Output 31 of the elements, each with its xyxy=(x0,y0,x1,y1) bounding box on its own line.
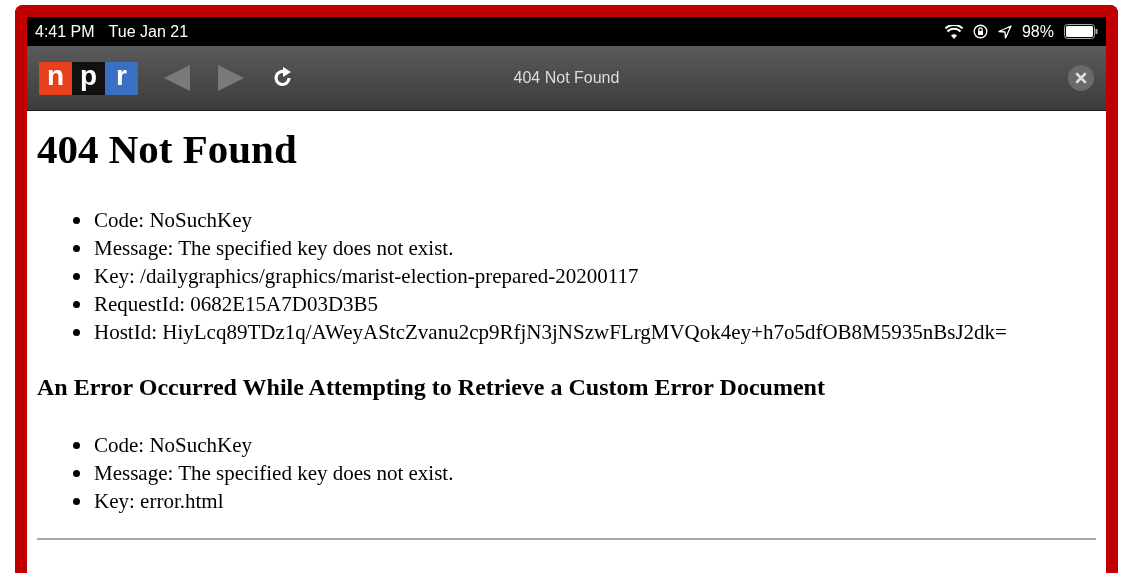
bullet-icon xyxy=(73,244,80,252)
battery-icon xyxy=(1064,24,1098,39)
wifi-icon xyxy=(944,24,963,39)
status-time: 4:41 PM xyxy=(35,22,95,41)
bullet-icon xyxy=(73,328,80,336)
list-item-text: Key: error.html xyxy=(94,488,224,514)
bullet-icon xyxy=(73,216,80,224)
bullet-icon xyxy=(73,497,80,505)
status-date: Tue Jan 21 xyxy=(108,22,189,41)
logo-letter: p xyxy=(72,61,105,95)
list-item-text: Key: /dailygraphics/graphics/marist-election-prepared-20200117 xyxy=(94,263,639,289)
list-item-text: HostId: HiyLcq89TDz1q/AWeyAStcZvanu2cp9RfjN3jNSzwFLrgMVQok4ey+h7o5dfOB8M5935nBsJ2dk= xyxy=(94,319,1007,345)
close-button[interactable] xyxy=(1068,65,1094,91)
page-heading: 404 Not Found xyxy=(37,125,298,173)
close-icon xyxy=(1075,72,1087,84)
battery-percent: 98% xyxy=(1021,22,1054,41)
bullet-icon xyxy=(73,272,80,280)
bullet-icon xyxy=(73,441,80,449)
list-item-text: Code: NoSuchKey xyxy=(94,207,253,233)
page-title: 404 Not Found xyxy=(513,69,620,86)
list-item-text: Message: The specified key does not exist. xyxy=(94,235,454,261)
rotation-lock-icon xyxy=(972,24,988,39)
section-heading: An Error Occurred While Attempting to Retrieve a Custom Error Document xyxy=(37,374,826,401)
bullet-icon xyxy=(73,300,80,308)
logo-letter: n xyxy=(39,61,72,95)
list-item-text: RequestId: 0682E15A7D03D3B5 xyxy=(94,291,379,317)
list-item-text: Code: NoSuchKey xyxy=(94,432,253,458)
location-arrow-icon xyxy=(997,24,1012,39)
logo-letter: r xyxy=(105,61,138,95)
bullet-icon xyxy=(73,469,80,477)
list-item-text: Message: The specified key does not exist. xyxy=(94,460,454,486)
